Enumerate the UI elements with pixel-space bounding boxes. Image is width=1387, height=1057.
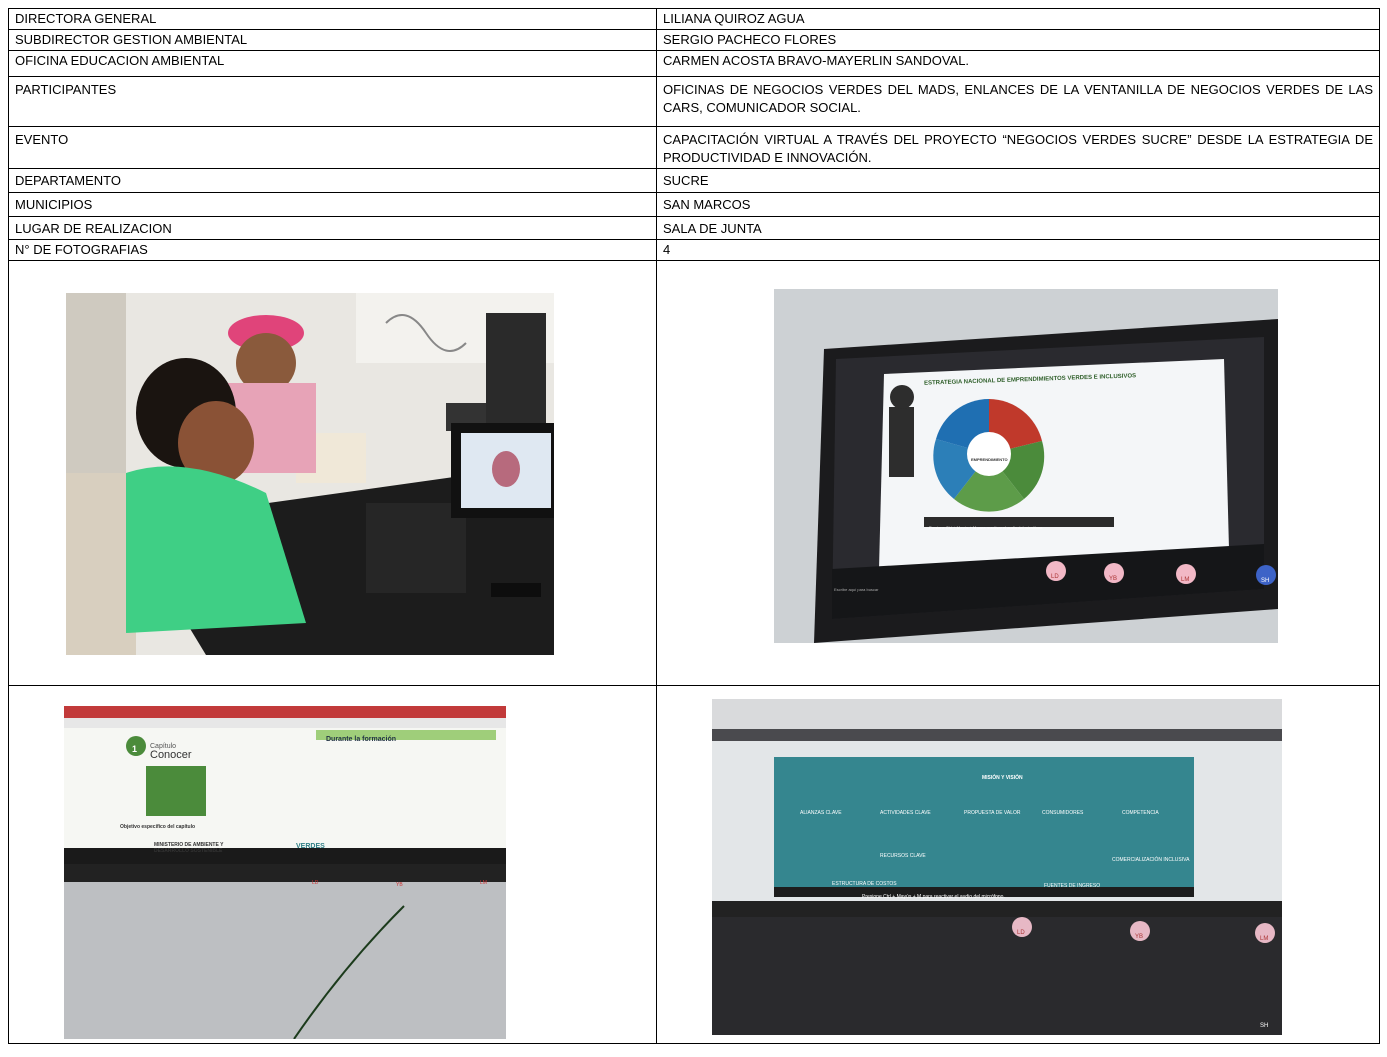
canvas-block: RECURSOS CLAVE xyxy=(880,853,926,859)
canvas-top-block: MISIÓN Y VISIÓN xyxy=(982,775,1023,781)
canvas-block: ACTIVIDADES CLAVE xyxy=(880,810,931,816)
cell-label: N° DE FOTOGRAFIAS xyxy=(8,239,657,261)
cell-value: SERGIO PACHECO FLORES xyxy=(656,29,1380,51)
avatar-ld: LD xyxy=(1051,574,1059,580)
row-lugar: LUGAR DE REALIZACION SALA DE JUNTA xyxy=(8,216,1380,240)
taskbar-search: Escribe aquí para buscar xyxy=(834,587,879,592)
row-oficina: OFICINA EDUCACION AMBIENTAL CARMEN ACOST… xyxy=(8,50,1380,77)
cell-value: 4 xyxy=(656,239,1380,261)
cell-value: CAPACITACIÓN VIRTUAL A TRAVÉS DEL PROYEC… xyxy=(656,126,1380,169)
cell-label: EVENTO xyxy=(8,126,657,169)
avatar-yb: YB xyxy=(1135,934,1144,940)
cell-label: DIRECTORA GENERAL xyxy=(8,8,657,30)
brand-label: VERDES xyxy=(296,843,325,850)
event-report-table: DIRECTORA GENERAL LILIANA QUIROZ AGUA SU… xyxy=(8,8,1380,1044)
avatar-yb: YB xyxy=(396,882,403,888)
cell-value: SALA DE JUNTA xyxy=(656,216,1380,240)
avatar-lm: LM xyxy=(1181,577,1190,583)
cell-label: DEPARTAMENTO xyxy=(8,168,657,193)
row-departamento: DEPARTAMENTO SUCRE xyxy=(8,168,1380,193)
canvas-block: COMPETENCIA xyxy=(1122,810,1159,816)
photo-canvas-drawing xyxy=(712,699,1282,1035)
photo-business-canvas: MISIÓN Y VISIÓN ALIANZAS CLAVE ACTIVIDAD… xyxy=(712,699,1282,1035)
canvas-block: FUENTES DE INGRESO xyxy=(1044,883,1101,889)
row-subdirector: SUBDIRECTOR GESTION AMBIENTAL SERGIO PAC… xyxy=(8,29,1380,51)
chapter-title: Conocer xyxy=(150,749,192,761)
row-fotografias: N° DE FOTOGRAFIAS 4 xyxy=(8,239,1380,261)
avatar-lm: LM xyxy=(1260,936,1269,942)
canvas-block: ALIANZAS CLAVE xyxy=(800,810,842,816)
photo-strategy-slide: ESTRATEGIA NACIONAL DE EMPRENDIMIENTOS V… xyxy=(774,289,1278,643)
cell-label: SUBDIRECTOR GESTION AMBIENTAL xyxy=(8,29,657,51)
avatar-lm: LM xyxy=(480,880,487,886)
photo-cell: MISIÓN Y VISIÓN ALIANZAS CLAVE ACTIVIDAD… xyxy=(656,685,1380,1044)
cell-value: OFICINAS DE NEGOCIOS VERDES DEL MADS, EN… xyxy=(656,76,1380,127)
objective-heading: Objetivo específico del capítulo xyxy=(120,824,196,830)
canvas-block: COMERCIALIZACIÓN INCLUSIVA xyxy=(1112,857,1190,863)
chapter-number: 1 xyxy=(132,744,138,754)
cell-value: CARMEN ACOSTA BRAVO-MAYERLIN SANDOVAL. xyxy=(656,50,1380,77)
photo-cell xyxy=(8,260,657,686)
cell-value: SAN MARCOS xyxy=(656,192,1380,217)
cell-label: MUNICIPIOS xyxy=(8,192,657,217)
photo-participants-drawing xyxy=(66,293,554,655)
avatar-ld: LD xyxy=(1017,930,1025,936)
photo-participants-at-laptop xyxy=(66,293,554,655)
avatar-sh: SH xyxy=(1260,1023,1269,1029)
photo-chapter-slide: 1 Capítulo Conocer Durante la formación … xyxy=(64,706,506,1039)
cell-label: LUGAR DE REALIZACION xyxy=(8,216,657,240)
photo-row: 1 Capítulo Conocer Durante la formación … xyxy=(8,685,1380,1044)
avatar-yb: YB xyxy=(1109,576,1118,582)
cell-label: OFICINA EDUCACION AMBIENTAL xyxy=(8,50,657,77)
photo-cell: ESTRATEGIA NACIONAL DE EMPRENDIMIENTOS V… xyxy=(656,260,1380,686)
mic-notice: Presione Ctrl + Mayús + M para reactivar… xyxy=(929,525,1044,530)
photo-row: ESTRATEGIA NACIONAL DE EMPRENDIMIENTOS V… xyxy=(8,260,1380,686)
row-municipios: MUNICIPIOS SAN MARCOS xyxy=(8,192,1380,217)
photo-chapter-drawing xyxy=(64,706,506,1039)
row-evento: EVENTO CAPACITACIÓN VIRTUAL A TRAVÉS DEL… xyxy=(8,126,1380,169)
canvas-block: CONSUMIDORES xyxy=(1042,810,1084,816)
ministry-line-2: DESARROLLO SOSTENIBLE xyxy=(154,848,223,854)
avatar-ld: LD xyxy=(312,880,319,886)
photo-cell: 1 Capítulo Conocer Durante la formación … xyxy=(8,685,657,1044)
canvas-block: PROPUESTA DE VALOR xyxy=(964,810,1021,816)
avatar-sh: SH xyxy=(1261,578,1270,584)
cell-value: SUCRE xyxy=(656,168,1380,193)
cell-label: PARTICIPANTES xyxy=(8,76,657,127)
cell-value: LILIANA QUIROZ AGUA xyxy=(656,8,1380,30)
section-heading: Durante la formación xyxy=(326,736,397,743)
row-directora: DIRECTORA GENERAL LILIANA QUIROZ AGUA xyxy=(8,8,1380,30)
row-participantes: PARTICIPANTES OFICINAS DE NEGOCIOS VERDE… xyxy=(8,76,1380,127)
wheel-center-label: EMPRENDIMIENTO xyxy=(971,457,1008,462)
mic-notice: Presione Ctrl + Mayús + M para reactivar… xyxy=(862,894,1005,900)
